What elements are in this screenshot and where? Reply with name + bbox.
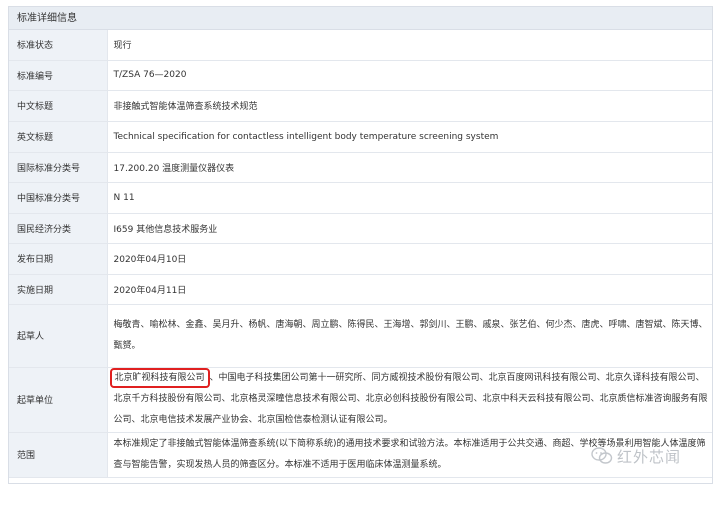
table-row: 实施日期 2020年04月11日: [9, 274, 712, 305]
watermark-text: 红外芯闻: [617, 447, 682, 466]
row-label: 中文标题: [9, 90, 108, 122]
row-value: 17.200.20 温度测量仪器仪表: [107, 152, 712, 183]
row-label: 中国标准分类号: [9, 182, 108, 214]
row-label: 发布日期: [9, 243, 108, 275]
table-row: 国民经济分类 I659 其他信息技术服务业: [9, 213, 712, 244]
highlighted-company: 北京旷视科技有限公司: [109, 368, 210, 388]
row-value-drafting-units: 北京旷视科技有限公司 、中国电子科技集团公司第十一研究所、同方威视技术股份有限公司…: [107, 367, 712, 433]
row-label: 标准编号: [9, 60, 108, 91]
table-row: 英文标题 Technical specification for contact…: [9, 121, 712, 153]
row-label: 实施日期: [9, 274, 108, 305]
row-value: T/ZSA 76—2020: [107, 60, 712, 91]
row-value: I659 其他信息技术服务业: [107, 213, 712, 244]
section-title: 标准详细信息: [9, 7, 712, 30]
row-label: 起草单位: [9, 367, 108, 433]
table-row: 国际标准分类号 17.200.20 温度测量仪器仪表: [9, 152, 712, 183]
table-row: 标准状态 现行: [9, 30, 712, 61]
row-label: 国民经济分类: [9, 213, 108, 244]
row-value: 非接触式智能体温筛查系统技术规范: [107, 90, 712, 122]
wechat-icon: [591, 447, 613, 464]
table-row: 中文标题 非接触式智能体温筛查系统技术规范: [9, 90, 712, 122]
table-row: 标准编号 T/ZSA 76—2020: [9, 60, 712, 91]
row-label: 英文标题: [9, 121, 108, 153]
detail-table: 标准状态 现行 标准编号 T/ZSA 76—2020 中文标题 非接触式智能体温…: [9, 30, 712, 478]
row-label: 国际标准分类号: [9, 152, 108, 183]
table-row: 发布日期 2020年04月10日: [9, 243, 712, 275]
row-value: 现行: [107, 30, 712, 61]
standard-detail-panel: 标准详细信息 标准状态 现行 标准编号 T/ZSA 76—2020 中文标题 非…: [8, 6, 713, 484]
watermark: 红外芯闻: [591, 444, 681, 468]
row-label: 范围: [9, 432, 108, 478]
row-value: 2020年04月10日: [107, 243, 712, 275]
row-label: 标准状态: [9, 30, 108, 61]
row-value: N 11: [107, 182, 712, 214]
row-label: 起草人: [9, 304, 108, 368]
row-value: Technical specification for contactless …: [107, 121, 712, 153]
row-value: 2020年04月11日: [107, 274, 712, 305]
table-row: 起草单位 北京旷视科技有限公司 、中国电子科技集团公司第十一研究所、同方威视技术股…: [9, 367, 712, 433]
table-row: 中国标准分类号 N 11: [9, 182, 712, 214]
row-value: 梅敬青、喻松林、金鑫、吴月升、杨帆、唐海朝、周立鹏、陈得民、王海增、郭剑川、王鹏…: [107, 304, 712, 368]
table-row: 起草人 梅敬青、喻松林、金鑫、吴月升、杨帆、唐海朝、周立鹏、陈得民、王海增、郭剑…: [9, 304, 712, 368]
